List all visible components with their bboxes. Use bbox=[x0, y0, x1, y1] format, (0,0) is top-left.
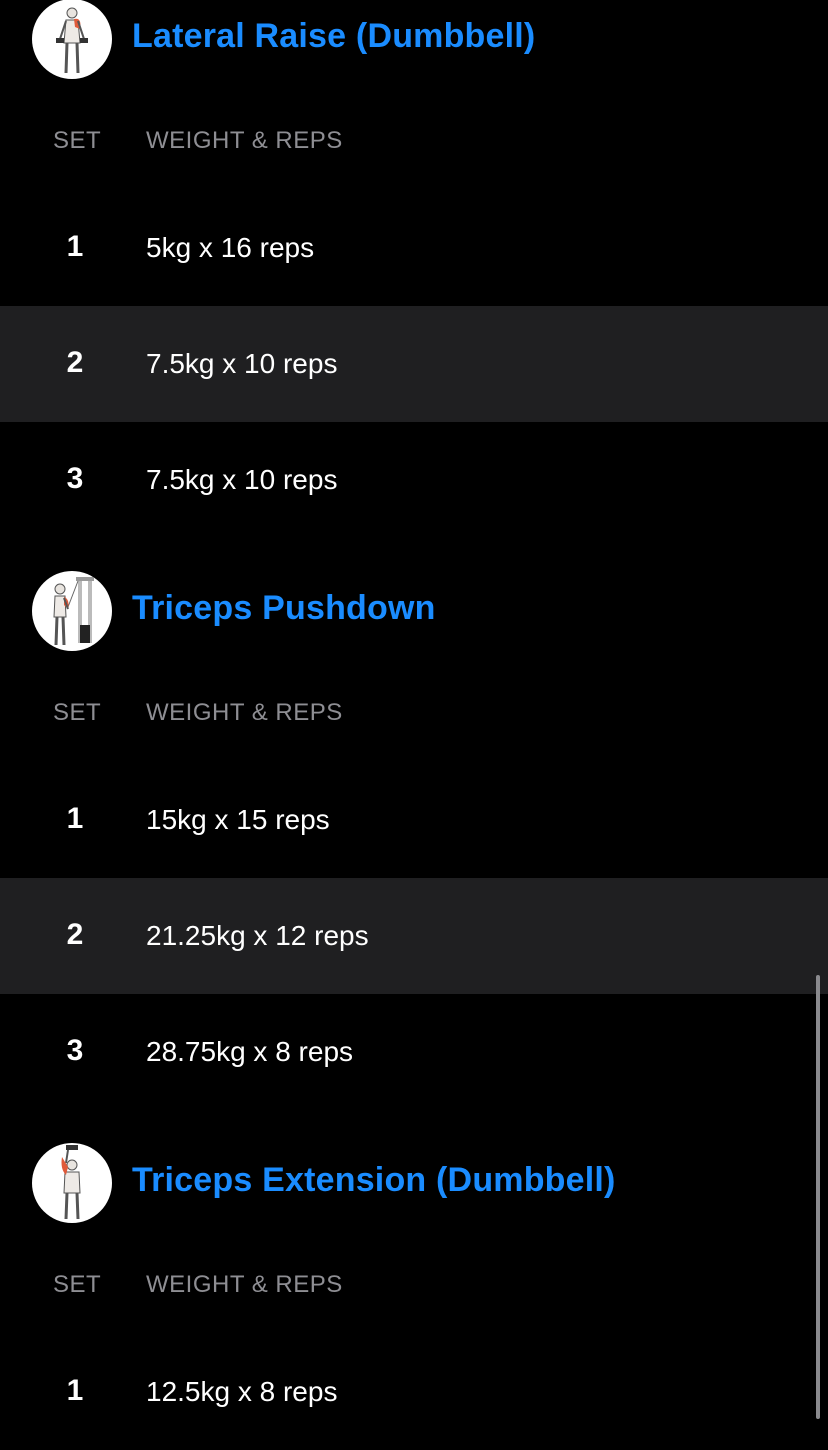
set-row[interactable]: 1 5kg x 16 reps bbox=[0, 190, 828, 306]
exercise-header[interactable]: Lateral Raise (Dumbbell) bbox=[0, 0, 828, 79]
set-number: 2 bbox=[66, 346, 84, 379]
lateral-raise-figure-icon[interactable] bbox=[32, 0, 112, 79]
set-weight-reps: 15kg x 15 reps bbox=[146, 804, 330, 835]
weight-reps-column-header: WEIGHT & REPS bbox=[146, 127, 343, 154]
triceps-extension-figure-icon[interactable] bbox=[32, 1143, 112, 1223]
set-number: 2 bbox=[66, 918, 84, 951]
exercise-header[interactable]: Triceps Pushdown bbox=[0, 571, 828, 651]
set-number: 3 bbox=[66, 462, 84, 495]
triceps-pushdown-figure-icon[interactable] bbox=[32, 571, 112, 651]
set-row[interactable]: 3 28.75kg x 8 reps bbox=[0, 994, 828, 1110]
column-headers: SET WEIGHT & REPS bbox=[0, 127, 828, 157]
set-column-header: SET bbox=[53, 699, 102, 726]
set-row[interactable]: 2 21.25kg x 12 reps bbox=[0, 878, 828, 994]
set-weight-reps: 7.5kg x 10 reps bbox=[146, 348, 338, 379]
set-column-header: SET bbox=[53, 127, 102, 154]
column-headers: SET WEIGHT & REPS bbox=[0, 1271, 828, 1301]
set-weight-reps: 5kg x 16 reps bbox=[146, 232, 315, 263]
weight-reps-column-header: WEIGHT & REPS bbox=[146, 1271, 343, 1298]
set-weight-reps: 21.25kg x 12 reps bbox=[146, 920, 369, 951]
exercise-title[interactable]: Triceps Pushdown bbox=[132, 589, 436, 628]
set-column-header: SET bbox=[53, 1271, 102, 1298]
set-number: 1 bbox=[66, 230, 84, 263]
weight-reps-column-header: WEIGHT & REPS bbox=[146, 699, 343, 726]
set-row[interactable]: 1 15kg x 15 reps bbox=[0, 762, 828, 878]
set-weight-reps: 28.75kg x 8 reps bbox=[146, 1036, 354, 1067]
column-headers: SET WEIGHT & REPS bbox=[0, 699, 828, 729]
set-weight-reps: 7.5kg x 10 reps bbox=[146, 464, 338, 495]
set-row[interactable]: 2 7.5kg x 10 reps bbox=[0, 306, 828, 422]
set-row[interactable]: 1 12.5kg x 8 reps bbox=[0, 1334, 828, 1450]
set-number: 1 bbox=[66, 802, 84, 835]
set-number: 3 bbox=[66, 1034, 84, 1067]
exercise-title[interactable]: Triceps Extension (Dumbbell) bbox=[132, 1161, 616, 1200]
set-weight-reps: 12.5kg x 8 reps bbox=[146, 1376, 338, 1407]
set-number: 1 bbox=[66, 1374, 84, 1407]
set-row[interactable]: 3 7.5kg x 10 reps bbox=[0, 422, 828, 538]
exercise-title[interactable]: Lateral Raise (Dumbbell) bbox=[132, 17, 535, 56]
vertical-scrollbar[interactable] bbox=[816, 975, 820, 1419]
exercise-header[interactable]: Triceps Extension (Dumbbell) bbox=[0, 1143, 828, 1223]
